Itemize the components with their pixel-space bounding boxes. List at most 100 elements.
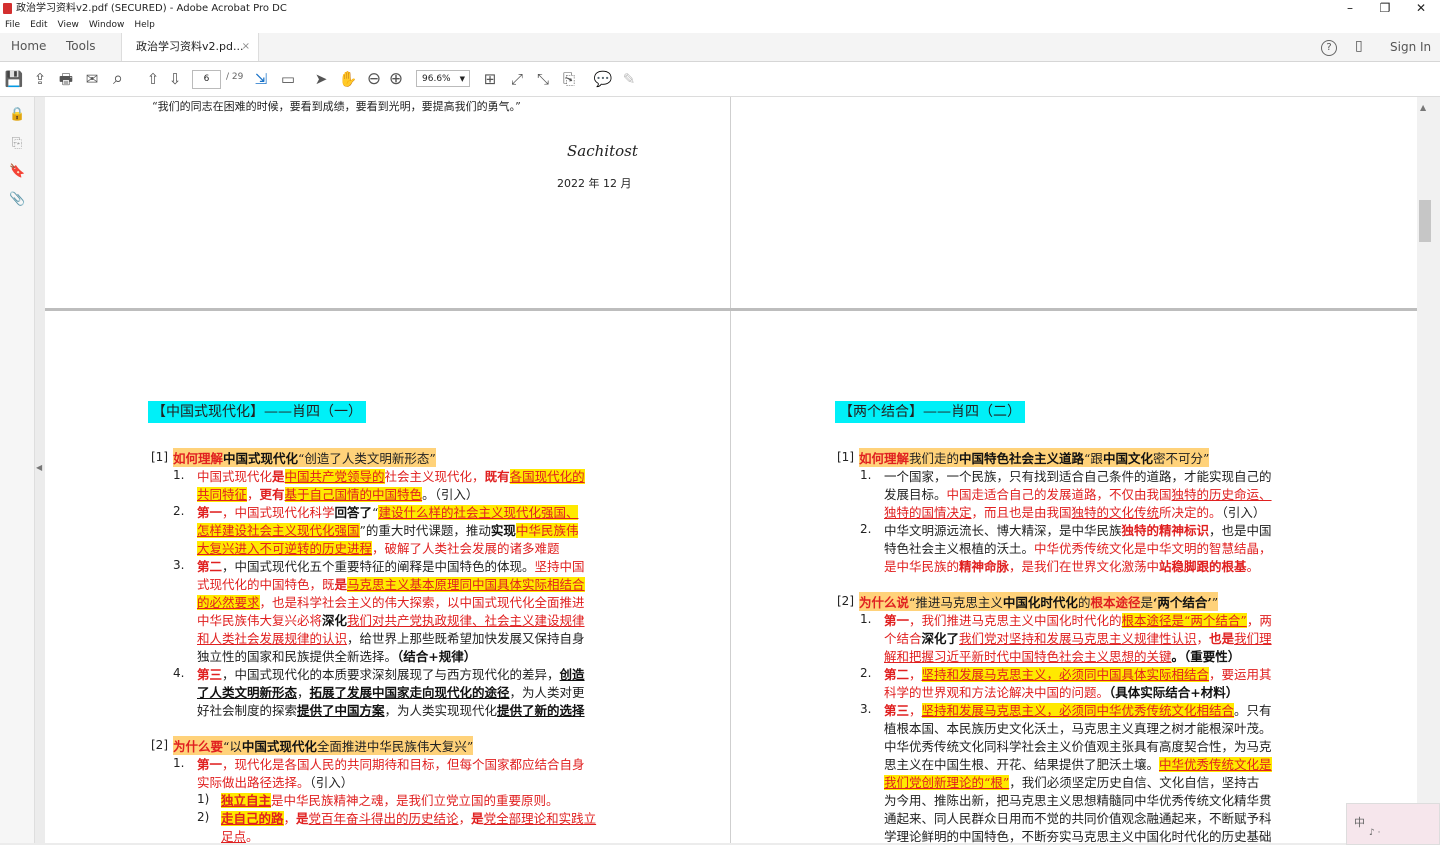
left-item1-line2: 共同特征，更有基于自己国情的中国特色。（引入） — [197, 487, 479, 502]
close-tab-icon[interactable]: × — [242, 33, 250, 61]
left-item2-line1: 第一，中国式现代化科学回答了“建设什么样的社会主义现代化强国、 — [197, 505, 579, 520]
full-screen-icon[interactable]: ⤡ — [533, 69, 553, 89]
right-item1-number: 1. — [860, 468, 872, 482]
left-item3-line3: 的必然要求，也是科学社会主义的伟大探索，以中国式现代化全面推进 — [197, 595, 585, 610]
left-subitem2-line2: 足点。 — [221, 829, 259, 844]
tab-tools[interactable]: Tools — [66, 39, 96, 53]
tab-home[interactable]: Home — [11, 39, 46, 53]
page-view-icon[interactable]: ▭ — [278, 69, 298, 89]
page-thumbnails-icon[interactable]: ⎘ — [9, 136, 25, 154]
ime-floating-widget[interactable]: 中 ♪ · — [1346, 803, 1440, 845]
left-q1: 如何理解中国式现代化“创造了人类文明新形态” — [173, 448, 436, 467]
scroll-mode-icon[interactable]: ⊞ — [480, 69, 500, 89]
right-sub3-line3: 中华优秀传统文化同科学社会主义价值观主张具有高度契合性，为马克 — [884, 739, 1272, 754]
acrobat-logo-icon — [3, 3, 12, 14]
sign-pen-icon[interactable]: ✎ — [619, 69, 639, 89]
scroll-up-icon[interactable]: ▲ — [1420, 103, 1426, 112]
print-icon[interactable]: 🖶 — [56, 69, 76, 89]
sign-in-link[interactable]: Sign In — [1390, 40, 1431, 54]
page-date: 2022 年 12 月 — [557, 177, 632, 190]
left-item2-number: 2. — [173, 504, 185, 518]
right-sub3-line7: 通起来、同人民群众日用而不觉的共同价值观念融通起来，不断赋予科 — [884, 811, 1272, 826]
right-sub1-line1: 第一，我们推进马克思主义中国化时代化的根本途径是“两个结合”，两 — [884, 613, 1272, 628]
left-item3-line6: 独立性的国家和民族提供全新选择。（结合+规律） — [197, 649, 477, 664]
page-number-input[interactable]: 6 — [192, 70, 221, 89]
mobile-link-icon[interactable]: ▯ — [1355, 38, 1363, 54]
left-item4-line3: 好社会制度的探索提供了中国方案，为人类实现现代化提供了新的选择 — [197, 703, 585, 718]
next-page-icon[interactable]: ⇩ — [165, 69, 185, 89]
save-icon[interactable]: 💾 — [4, 69, 24, 89]
left-item4-line1: 第三，中国式现代化的本质要求深刻展现了与西方现代化的差异，创造 — [197, 667, 585, 682]
left-item2-line2: 怎样建设社会主义现代化强国”的重大时代课题，推动实现中华民族伟 — [197, 523, 579, 538]
hand-tool-icon[interactable]: ✋ — [338, 69, 358, 89]
rotate-view-icon[interactable]: ⤢ — [507, 69, 527, 89]
left-page-heading: 【中国式现代化】——肖四（一） — [148, 401, 366, 423]
right-sub1-number: 1. — [860, 612, 872, 626]
upload-cloud-icon[interactable]: ⇪ — [30, 69, 50, 89]
right-item2-line3: 是中华民族的精神命脉，是我们在世界文化激荡中站稳脚跟的根基。 — [884, 559, 1260, 574]
left-item3-number: 3. — [173, 558, 185, 572]
right-sub3-line6: 为今用、推陈出新，把马克思主义思想精髓同中华优秀传统文化精华贯 — [884, 793, 1272, 808]
right-sub3-line4: 思主义在中国生根、开花、结果提供了肥沃土壤。中华优秀传统文化是 — [884, 757, 1272, 772]
right-q2-tag: [2] — [837, 594, 854, 608]
previous-page-icon[interactable]: ⇧ — [143, 69, 163, 89]
menu-edit[interactable]: Edit — [30, 18, 47, 33]
right-item2-number: 2. — [860, 522, 872, 536]
left-subitem1-number: 1) — [197, 792, 210, 806]
left-sub1-line1: 第一，现代化是各国人民的共同期待和目标，但每个国家都应结合自身 — [197, 757, 585, 772]
right-q1: 如何理解我们走的中国特色社会主义道路“跟中国文化密不可分” — [859, 448, 1210, 467]
right-sub1-line3: 解和把握习近平新时代中国特色社会主义思想的关键。（重要性） — [884, 649, 1241, 664]
email-icon[interactable]: ✉ — [82, 69, 102, 89]
menu-file[interactable]: File — [5, 18, 20, 33]
right-sub2-number: 2. — [860, 666, 872, 680]
right-item1-line3: 独特的国情决定，而且也是由我国独特的文化传统所决定的。（引入） — [884, 505, 1266, 520]
zoom-in-icon[interactable]: ⊕ — [386, 69, 406, 89]
right-item2-line1: 中华文明源远流长、博大精深，是中华民族独特的精神标识，也是中国 — [884, 523, 1272, 538]
left-q2: 为什么要“以中国式现代化全面推进中华民族伟大复兴” — [173, 736, 474, 755]
window-title: 政治学习资料v2.pdf (SECURED) - Adobe Acrobat P… — [16, 3, 287, 14]
page-total: / 29 — [226, 72, 244, 82]
left-subitem1: 独立自主是中华民族精神之魂，是我们立党立国的重要原则。 — [221, 793, 559, 808]
maximize-button[interactable]: ❐ — [1367, 0, 1403, 18]
comment-icon[interactable]: 💬 — [593, 69, 613, 89]
zoom-level-value: 96.6% — [422, 74, 451, 84]
help-icon[interactable]: ? — [1321, 40, 1337, 56]
right-item2-line2: 特色社会主义根植的沃土。中华优秀传统文化是中华文明的智慧结晶， — [884, 541, 1272, 556]
left-item1-line1: 中国式现代化是中国共产党领导的社会主义现代化，既有各国现代化的 — [197, 469, 585, 484]
lock-icon: 🔒 — [9, 107, 26, 122]
toolbar: 💾 ⇪ 🖶 ✉ ⌕ ⇧ ⇩ 6 / 29 ⇲ ▭ ➤ ✋ ⊖ ⊕ 96.6% ▼… — [0, 62, 1440, 97]
right-sub2-line2: 科学的世界观和方法论解决中国的问题。（具体实际结合+材料） — [884, 685, 1239, 700]
left-item4-number: 4. — [173, 666, 185, 680]
select-cursor-icon[interactable]: ➤ — [311, 69, 331, 89]
menu-view[interactable]: View — [58, 18, 79, 33]
zoom-out-icon[interactable]: ⊖ — [364, 69, 384, 89]
zoom-level-select[interactable]: 96.6% ▼ — [416, 70, 470, 87]
left-subitem2-line1: 走自己的路，是党百年奋斗得出的历史结论，是党全部理论和实践立 — [221, 811, 597, 826]
read-mode-icon[interactable]: ⎘ — [559, 69, 579, 89]
menu-window[interactable]: Window — [89, 18, 125, 33]
attachment-icon[interactable]: 📎 — [9, 192, 25, 210]
title-bar: 政治学习资料v2.pdf (SECURED) - Adobe Acrobat P… — [0, 0, 1440, 18]
chevron-down-icon: ▼ — [459, 75, 465, 83]
bookmark-icon[interactable]: 🔖 — [9, 164, 25, 182]
right-sub2-line1: 第二，坚持和发展马克思主义，必须同中国具体实际相结合，要运用其 — [884, 667, 1272, 682]
menu-bar: File Edit View Window Help — [0, 18, 1440, 33]
menu-help[interactable]: Help — [134, 18, 155, 33]
minimize-button[interactable]: – — [1332, 0, 1368, 18]
right-item1-line1: 一个国家，一个民族，只有找到适合自己条件的道路，才能实现自己的 — [884, 469, 1272, 484]
right-sub3-number: 3. — [860, 702, 872, 716]
signature: Sachitost — [567, 142, 638, 160]
ime-status-label: ♪ · — [1369, 828, 1381, 838]
right-q2: 为什么说“推进马克思主义中国化时代化的根本途径是‘两个结合’” — [859, 592, 1219, 611]
right-page-heading: 【两个结合】——肖四（二） — [835, 401, 1025, 423]
search-icon[interactable]: ⌕ — [108, 69, 128, 89]
expand-pane-icon[interactable]: ◀ — [36, 463, 42, 472]
document-tab-label: 政治学习资料v2.pd... — [136, 40, 244, 53]
scrollbar-thumb[interactable] — [1419, 200, 1431, 242]
close-window-button[interactable]: ✕ — [1403, 0, 1439, 18]
left-item3-line1: 第二，中国式现代化五个重要特征的阐释是中国特色的体现。坚持中国 — [197, 559, 585, 574]
left-item3-line2: 式现代化的中国特色，既是马克思主义基本原理同中国具体实际相结合 — [197, 577, 585, 592]
tab-document[interactable]: 政治学习资料v2.pd... × — [121, 33, 259, 61]
fit-page-icon[interactable]: ⇲ — [251, 69, 271, 89]
left-item4-line2: 了人类文明新形态，拓展了发展中国家走向现代化的途径，为人类对更 — [197, 685, 585, 700]
